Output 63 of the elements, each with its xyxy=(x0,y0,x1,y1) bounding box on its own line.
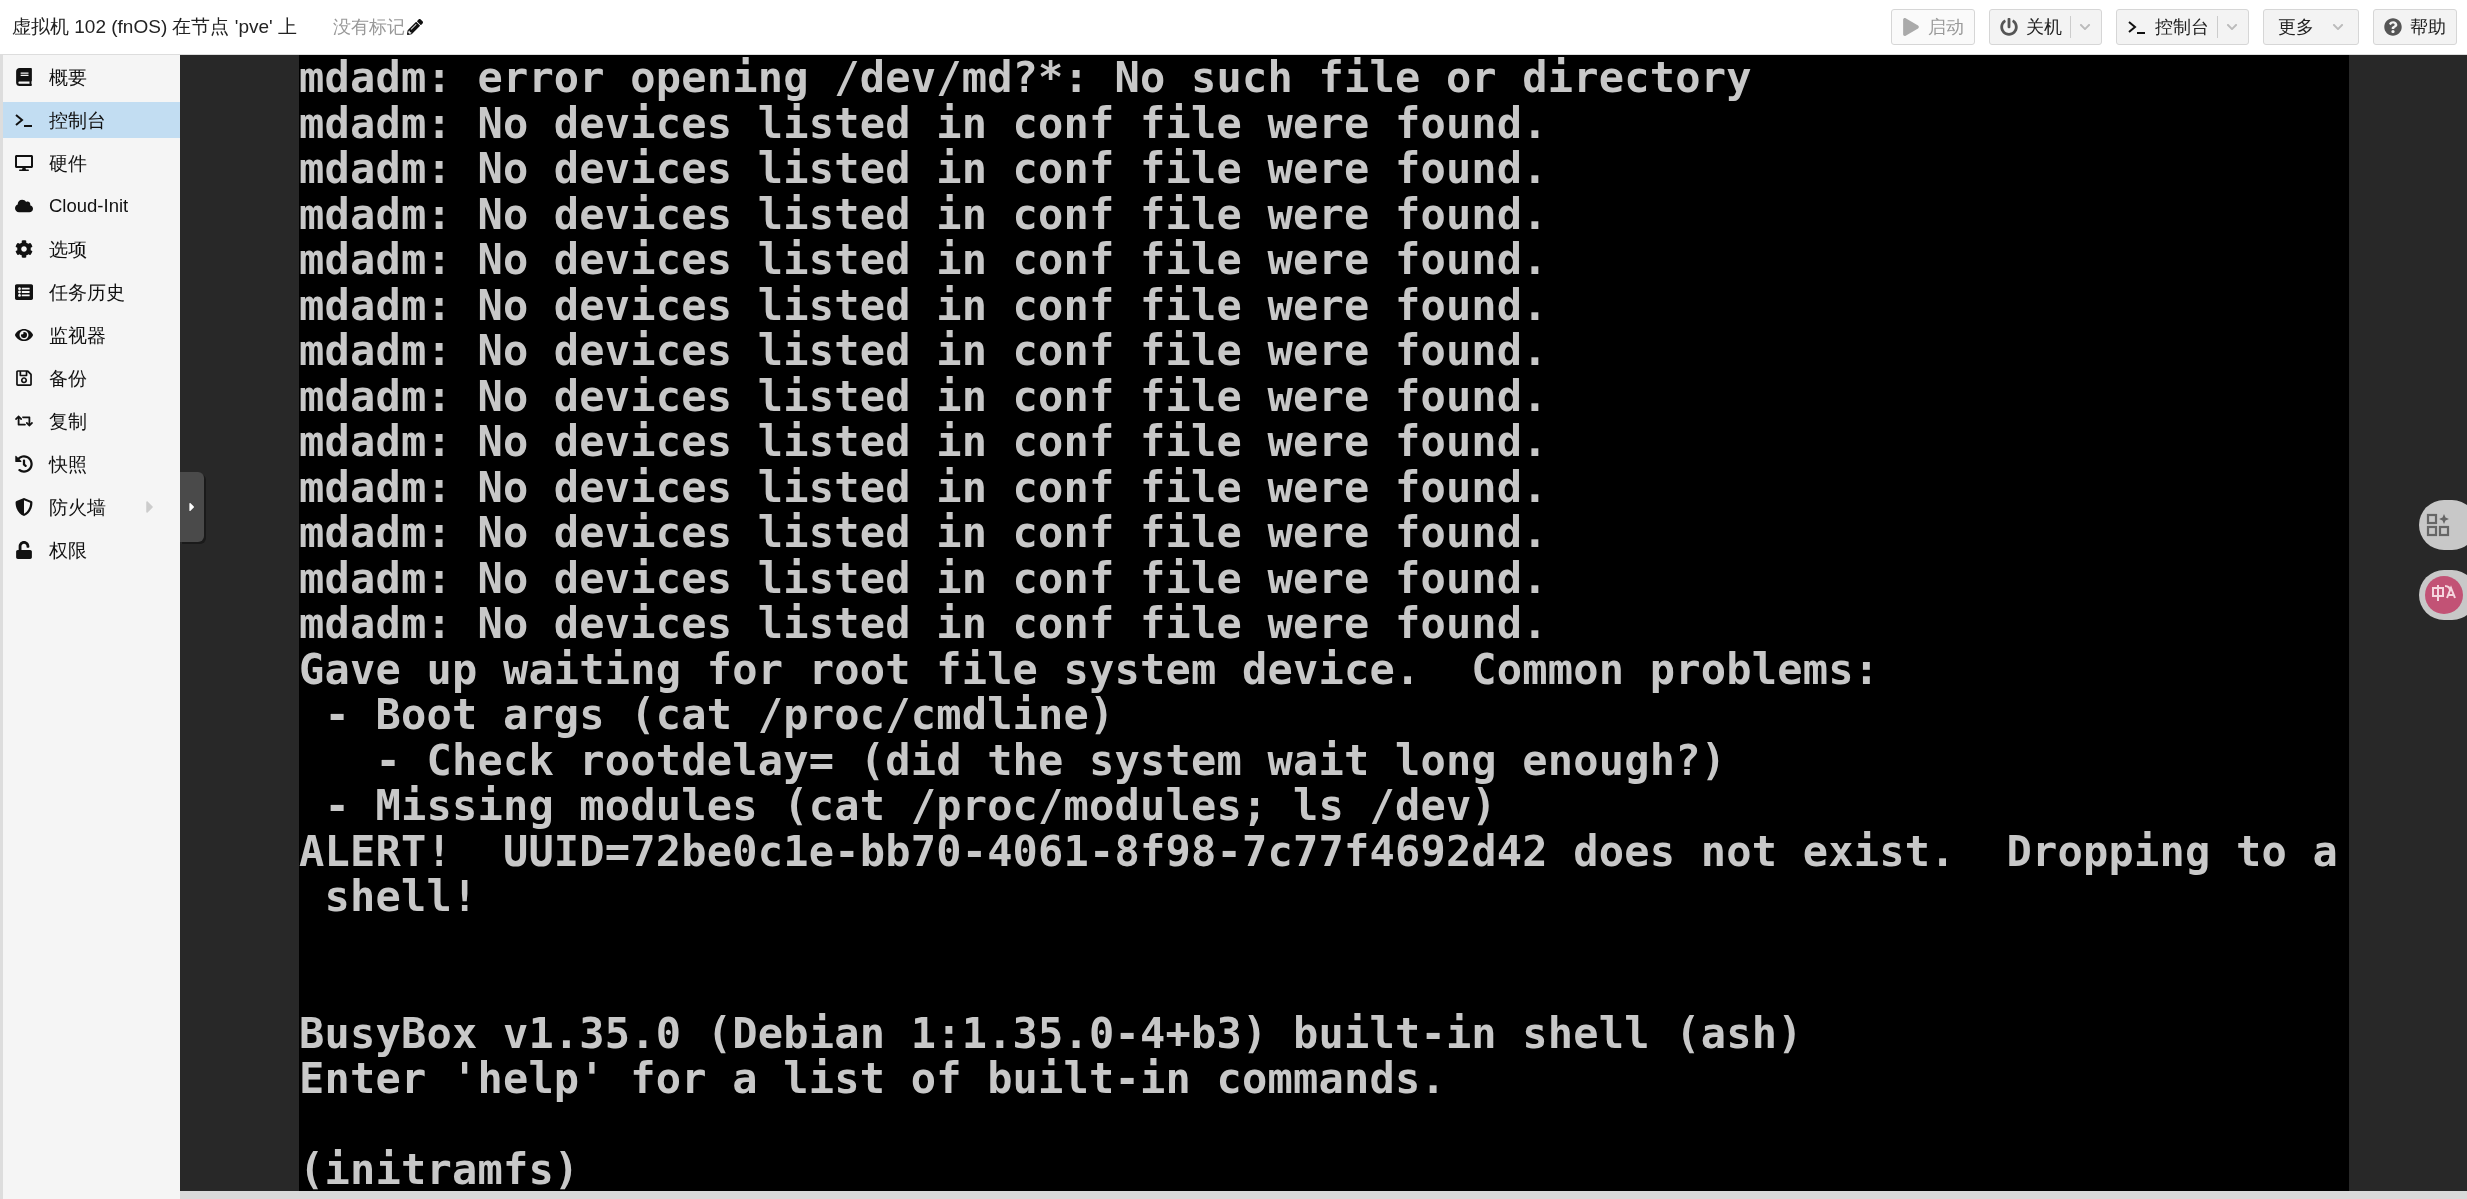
sidebar-item[interactable]: 选项 xyxy=(3,231,180,267)
floating-button[interactable] xyxy=(2419,500,2467,550)
window-title: 虚拟机 102 (fnOS) 在节点 'pve' 上 xyxy=(12,15,297,39)
console-line: mdadm: error opening /dev/md?*: No such file or directory xyxy=(299,55,1752,101)
split-button[interactable]: 控制台 xyxy=(2116,9,2249,45)
console-line: mdadm: No devices listed in conf file were found. xyxy=(299,191,1548,237)
console-line: ALERT! UUID=72be0c1e-bb70-4061-8f98-7c77f4692d42 does not exist. Dropping to a xyxy=(299,828,2338,874)
gear-icon xyxy=(15,240,33,258)
console-line: mdadm: No devices listed in conf file were found. xyxy=(299,464,1548,510)
console-line: mdadm: No devices listed in conf file were found. xyxy=(299,328,1548,374)
console-line: mdadm: No devices listed in conf file were found. xyxy=(299,555,1548,601)
help-icon xyxy=(2384,18,2402,36)
power-icon xyxy=(2000,18,2018,36)
shield-icon xyxy=(15,498,33,516)
eye-icon xyxy=(15,326,33,344)
sidebar-item[interactable]: 任务历史 xyxy=(3,274,180,310)
toolbar-button[interactable]: 帮助 xyxy=(2373,9,2457,45)
scrollbar[interactable] xyxy=(180,1191,2467,1199)
sidebar-item[interactable]: 备份 xyxy=(3,360,180,396)
split-button[interactable]: 关机 xyxy=(1989,9,2102,45)
chevron-down-icon xyxy=(2332,21,2344,33)
console-line: mdadm: No devices listed in conf file were found. xyxy=(299,419,1548,465)
chevron-down-icon xyxy=(2079,21,2091,33)
console-line: shell! xyxy=(323,874,478,920)
history-icon xyxy=(15,455,33,473)
console-line: mdadm: No devices listed in conf file were found. xyxy=(299,510,1548,556)
unlocked-padlock-icon xyxy=(15,541,33,559)
floating-button[interactable] xyxy=(2419,570,2467,620)
sidebar-item[interactable]: 快照 xyxy=(3,446,180,482)
sidebar-item[interactable]: Cloud-Init xyxy=(3,188,180,224)
sidebar-item[interactable]: 权限 xyxy=(3,532,180,568)
console-line: mdadm: No devices listed in conf file were found. xyxy=(299,146,1548,192)
console-line: mdadm: No devices listed in conf file were found. xyxy=(299,601,1548,647)
monitor-icon xyxy=(15,154,33,172)
console-line: Gave up waiting for root file system device. Common problems: xyxy=(299,646,1880,692)
console-line: mdadm: No devices listed in conf file were found. xyxy=(299,373,1548,419)
expand-handle[interactable] xyxy=(180,472,204,542)
console-line: - Check rootdelay= (did the system wait long enough?) xyxy=(374,737,1727,783)
chevron-down-icon xyxy=(2226,21,2238,33)
pencil-icon xyxy=(406,19,423,35)
console-line: Enter 'help' for a list of built-in commands. xyxy=(299,1056,1446,1102)
console-line: (initramfs) xyxy=(299,1147,580,1191)
sidebar-item[interactable]: 防火墙 xyxy=(3,489,180,525)
console-line: - Boot args (cat /proc/cmdline) xyxy=(323,692,1115,738)
list-icon xyxy=(15,283,33,301)
cloud-icon xyxy=(15,197,33,215)
sidebar-item[interactable]: 控制台 xyxy=(3,102,180,138)
console-line: - Missing modules (cat /proc/modules; ls /dev) xyxy=(323,783,1497,829)
sidebar-item[interactable]: 复制 xyxy=(3,403,180,439)
sidebar-item[interactable]: 监视器 xyxy=(3,317,180,353)
sidebar-item[interactable]: 硬件 xyxy=(3,145,180,181)
terminal-icon xyxy=(2127,19,2147,35)
translate-icon xyxy=(2425,576,2463,614)
menu-button[interactable]: 更多 xyxy=(2263,9,2359,45)
sidebar-item[interactable]: 概要 xyxy=(3,59,180,95)
grid-sparkle-icon xyxy=(2425,512,2451,538)
console-line: mdadm: No devices listed in conf file were found. xyxy=(299,237,1548,283)
terminal-icon xyxy=(14,112,34,128)
console-line: BusyBox v1.35.0 (Debian 1:1.35.0-4+b3) built-in shell (ash) xyxy=(299,1010,1803,1056)
book-icon xyxy=(15,68,33,86)
play-icon xyxy=(1902,18,1920,36)
console-line: mdadm: No devices listed in conf file were found. xyxy=(299,100,1548,146)
console-line: mdadm: No devices listed in conf file were found. xyxy=(299,282,1548,328)
